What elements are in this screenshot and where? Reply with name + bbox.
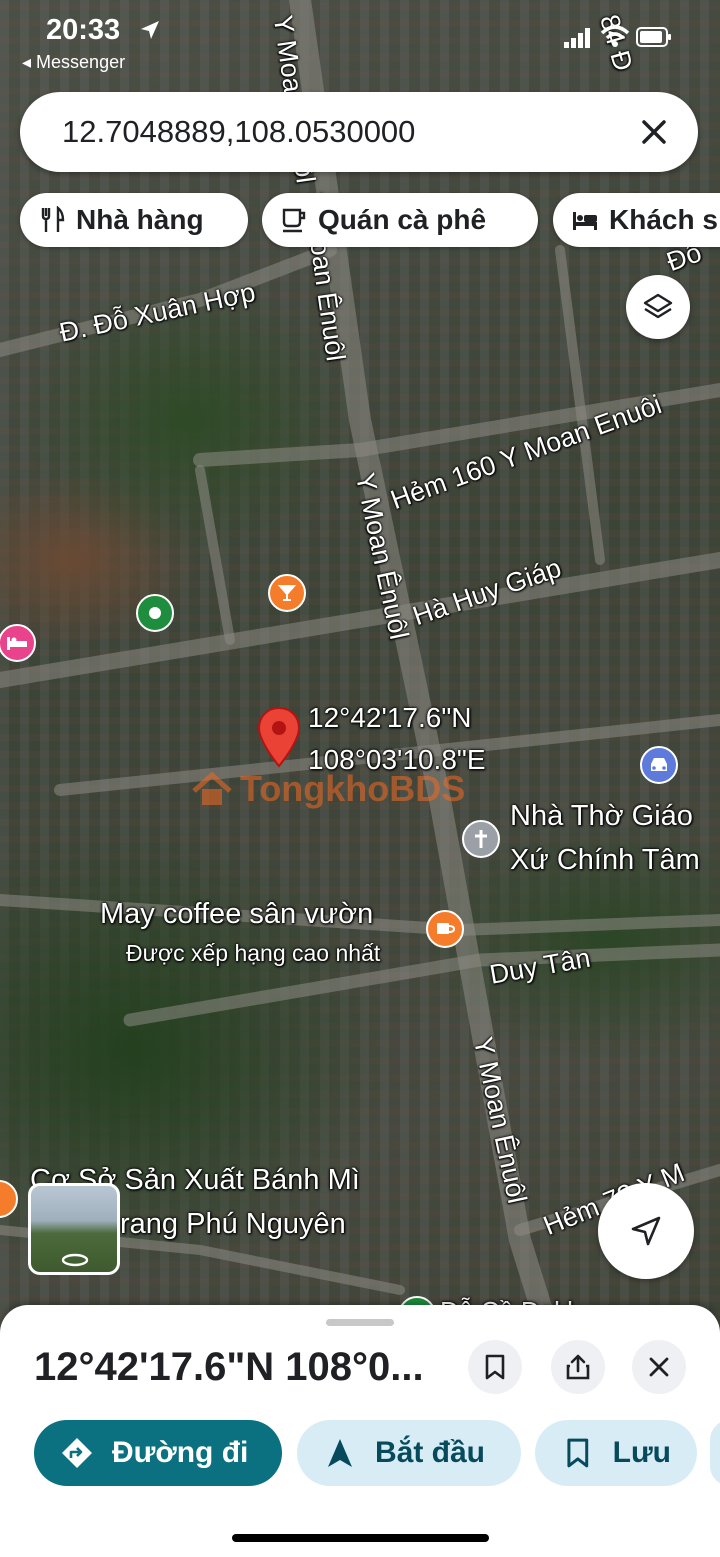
bookmark-icon [485,1354,505,1380]
restaurant-icon [41,206,65,232]
layers-icon [643,293,673,319]
save-button[interactable]: Lưu [535,1420,697,1486]
share-button[interactable] [551,1340,605,1394]
chip-hotels[interactable]: Khách s [553,193,720,247]
chip-hotels-label: Khách s [609,204,718,235]
pin-lat-label: 12°42'17.6"N [308,702,472,733]
cafe-rating-label: Được xếp hạng cao nhất [126,940,381,966]
back-to-messenger-link[interactable]: ◂ Messenger [22,52,125,73]
close-sheet-button[interactable] [632,1340,686,1394]
close-icon[interactable] [634,112,674,152]
home-indicator[interactable] [232,1534,489,1542]
car-poi-icon[interactable] [640,746,678,784]
dropped-pin-icon[interactable] [257,706,301,768]
wifi-icon [600,25,630,47]
chip-restaurants[interactable]: Nhà hàng [20,193,248,247]
chip-restaurants-label: Nhà hàng [76,204,204,235]
battery-icon [636,27,671,47]
location-arrow-icon [141,21,159,39]
save-label: Lưu [612,1436,671,1469]
more-actions-chip-partial[interactable] [710,1420,720,1486]
cellular-signal-icon [564,28,590,48]
save-bookmark-button[interactable] [468,1340,522,1394]
cafe-poi-icon[interactable] [426,910,464,948]
sheet-grabber[interactable] [326,1319,394,1326]
navigation-arrow-icon [631,1216,661,1246]
street-view-rotate-icon [61,1253,89,1267]
search-bar[interactable]: 12.7048889,108.0530000 [20,92,698,172]
status-bar: 20:33 ◂ Messenger [0,0,720,80]
church-poi-icon[interactable] [462,820,500,858]
cafe-name-label: May coffee sân vườn [100,898,374,930]
start-button[interactable]: Bắt đầu [297,1420,521,1486]
green-poi-icon[interactable] [136,594,174,632]
directions-label: Đường đi [112,1436,249,1469]
search-query-text[interactable]: 12.7048889,108.0530000 [62,114,415,150]
chip-cafes-label: Quán cà phê [318,204,487,235]
directions-icon [62,1438,92,1468]
bookmark-icon [567,1438,589,1468]
street-view-thumbnail[interactable] [28,1183,120,1275]
bar-poi-icon[interactable] [268,574,306,612]
coffee-icon [282,208,306,233]
church-name-line-1: Nhà Thờ Giáo [510,800,693,832]
church-name-line-2: Xứ Chính Tâm [510,844,700,876]
bakery-name-line-2: rang Phú Nguyên [120,1208,346,1240]
layers-button[interactable] [626,275,690,339]
share-icon [566,1354,590,1380]
status-time: 20:33 [46,14,121,46]
place-title: 12°42'17.6"N 108°0... [34,1345,424,1389]
hotel-icon [573,212,597,230]
place-bottom-sheet[interactable]: 12°42'17.6"N 108°0... Đường đi Bắt đầu L… [0,1305,720,1557]
chip-cafes[interactable]: Quán cà phê [262,193,538,247]
start-label: Bắt đầu [375,1436,486,1469]
house-icon [192,771,232,805]
pin-lng-label: 108°03'10.8"E [308,744,486,775]
navigation-arrow-icon [328,1439,352,1467]
close-icon [649,1357,669,1377]
my-location-button[interactable] [598,1183,694,1279]
directions-button[interactable]: Đường đi [34,1420,282,1486]
